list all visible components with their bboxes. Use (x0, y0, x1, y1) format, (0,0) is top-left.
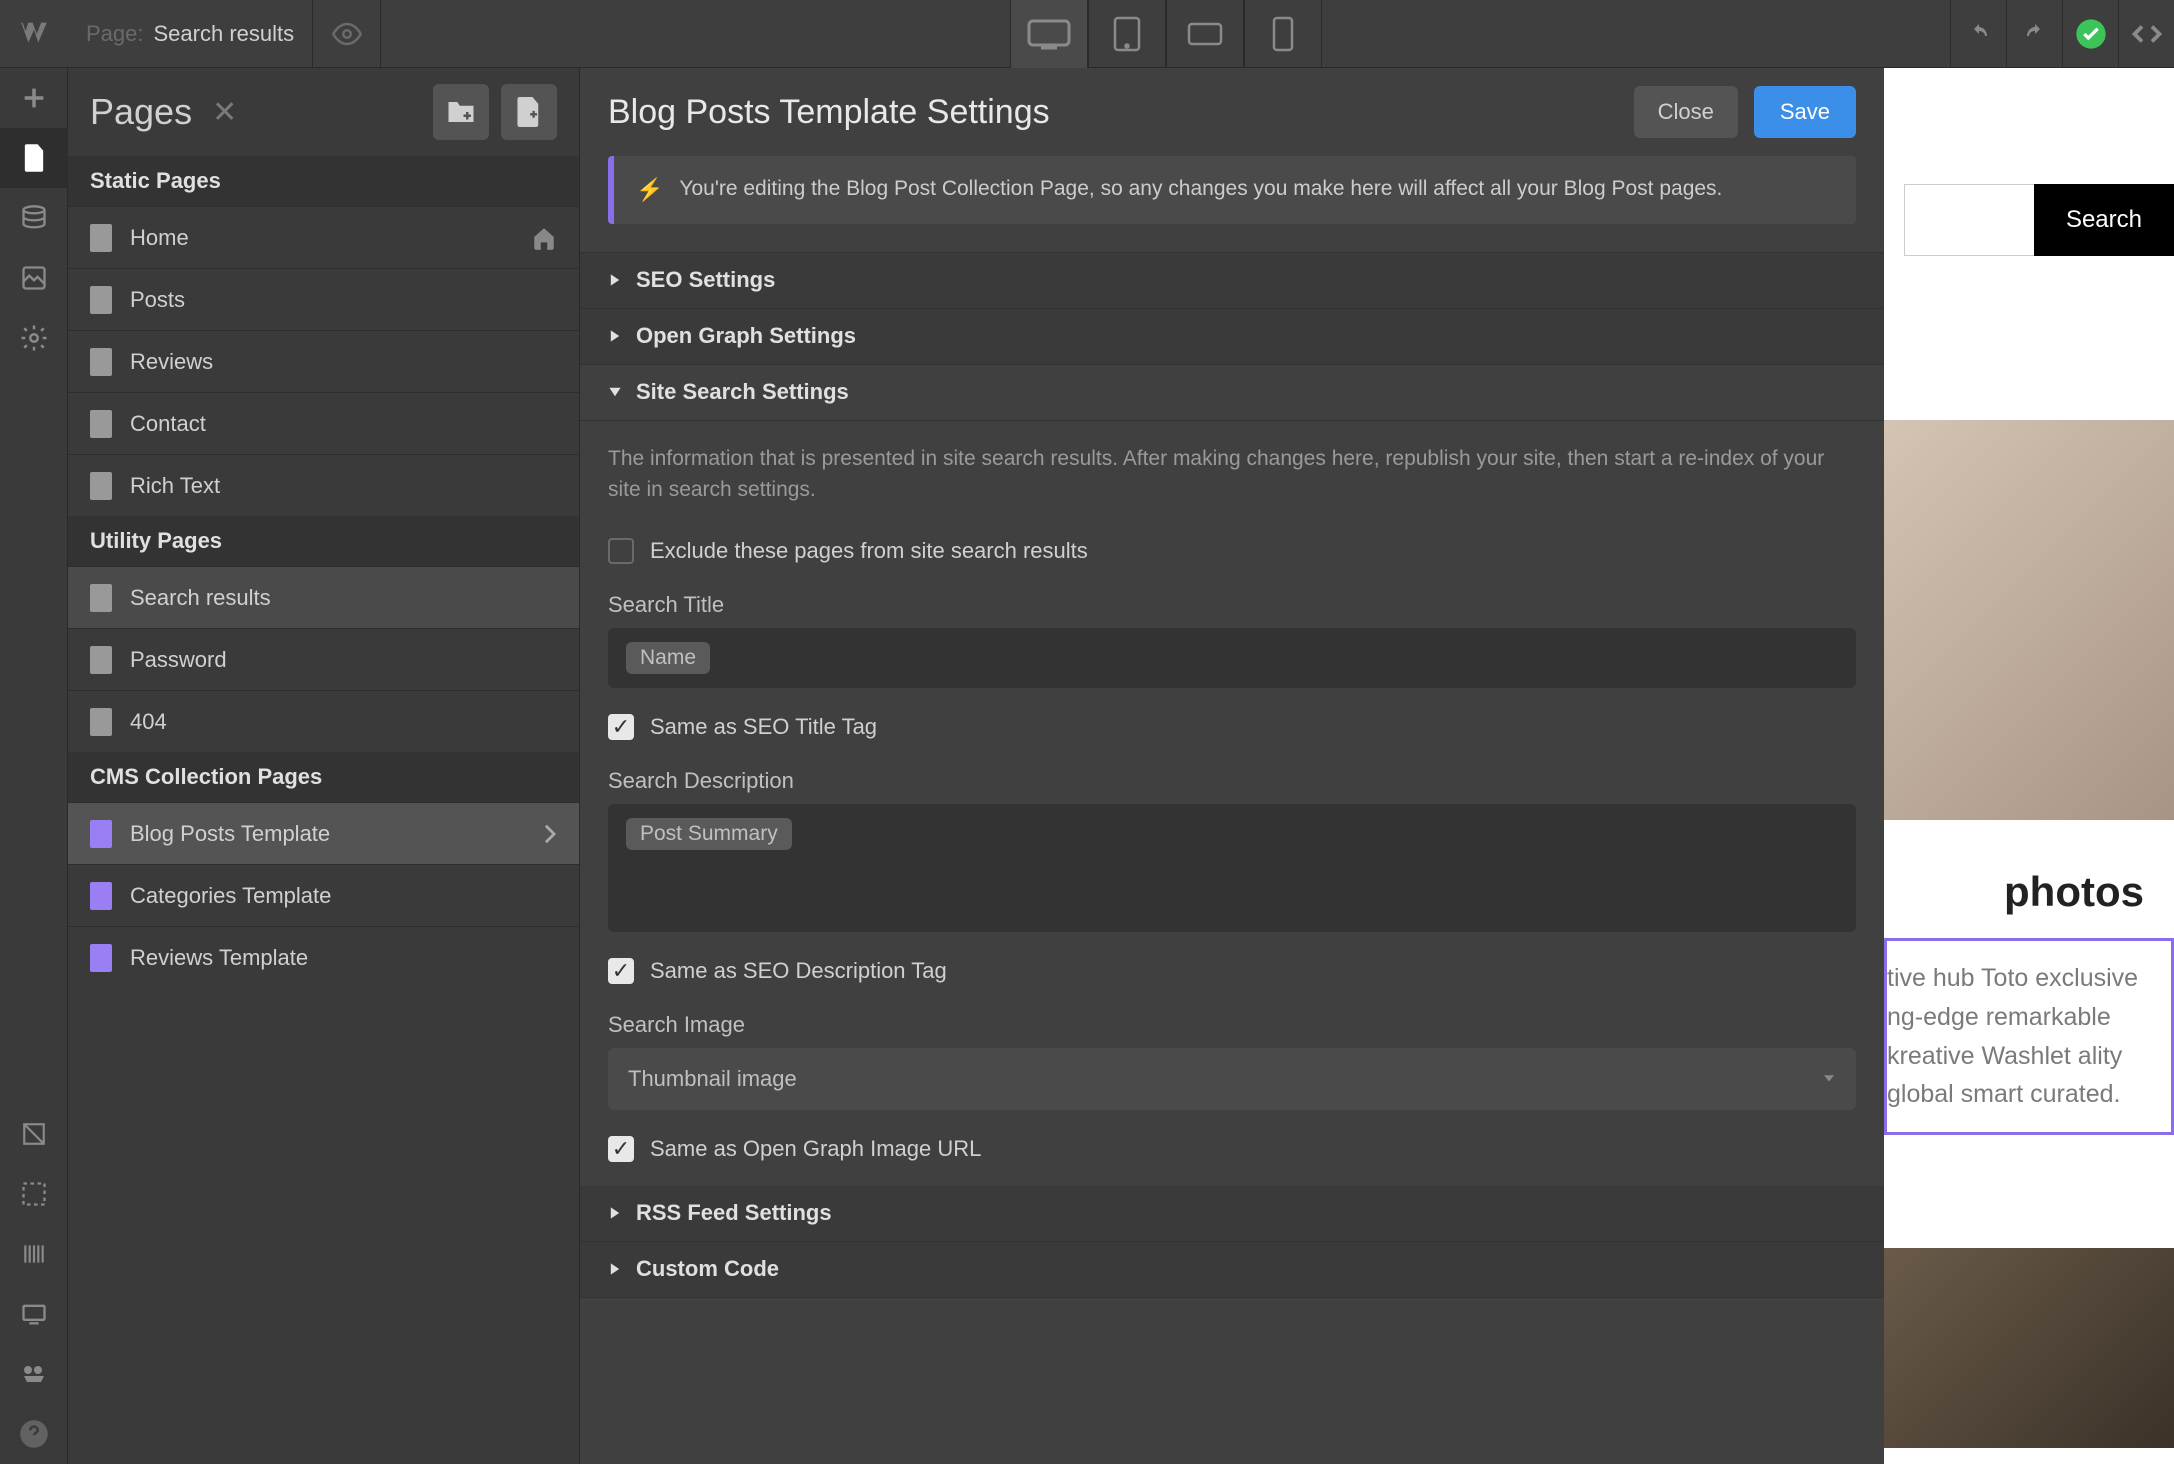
page-item[interactable]: 404 (68, 690, 579, 752)
page-item[interactable]: Contact (68, 392, 579, 454)
page-item[interactable]: Home (68, 206, 579, 268)
triangle-right-icon (608, 329, 622, 343)
preview-heading: photos (2004, 868, 2144, 916)
video-icon[interactable] (0, 1344, 68, 1404)
same-seo-desc-row[interactable]: ✓Same as SEO Description Tag (580, 948, 1884, 994)
page-item[interactable]: Posts (68, 268, 579, 330)
page-item[interactable]: Categories Template (68, 864, 579, 926)
static-pages-header: Static Pages (68, 156, 579, 206)
page-item[interactable]: Reviews Template (68, 926, 579, 988)
checkbox-checked[interactable]: ✓ (608, 714, 634, 740)
search-title-field[interactable]: Name (608, 628, 1856, 688)
preview-image (1884, 1248, 2174, 1448)
new-folder-button[interactable] (433, 84, 489, 140)
undo-icon[interactable] (1950, 0, 2006, 68)
utility-pages-header: Utility Pages (68, 516, 579, 566)
navigator-icon[interactable] (0, 1104, 68, 1164)
field-chip: Name (626, 642, 710, 674)
rss-settings-accordion[interactable]: RSS Feed Settings (580, 1186, 1884, 1242)
triangle-right-icon (608, 273, 622, 287)
page-item[interactable]: Rich Text (68, 454, 579, 516)
redo-icon[interactable] (2006, 0, 2062, 68)
audit-icon[interactable] (0, 1224, 68, 1284)
same-seo-title-row[interactable]: ✓Same as SEO Title Tag (580, 704, 1884, 750)
preview-toggle-icon[interactable] (313, 0, 381, 68)
page-item[interactable]: Search results (68, 566, 579, 628)
search-image-label: Search Image (580, 994, 1884, 1048)
search-description-text: The information that is presented in sit… (580, 421, 1884, 528)
phone-view-icon[interactable] (1244, 0, 1322, 68)
desktop-view-icon[interactable] (1010, 0, 1088, 68)
landscape-phone-icon[interactable] (1166, 0, 1244, 68)
page-indicator[interactable]: Page: Search results (68, 0, 313, 67)
seo-settings-accordion[interactable]: SEO Settings (580, 253, 1884, 309)
home-icon (531, 225, 557, 251)
checkbox-checked[interactable]: ✓ (608, 958, 634, 984)
checkbox-checked[interactable]: ✓ (608, 1136, 634, 1162)
triangle-down-icon (608, 385, 622, 399)
page-item[interactable]: Reviews (68, 330, 579, 392)
status-ok-icon[interactable] (2062, 0, 2118, 68)
close-panel-icon[interactable]: ✕ (212, 95, 237, 130)
search-tool-icon[interactable] (0, 1284, 68, 1344)
preview-body-text: tive hub Toto exclusive ng-edge remarkab… (1884, 938, 2174, 1135)
search-desc-label: Search Description (580, 750, 1884, 804)
exclude-checkbox-row[interactable]: Exclude these pages from site search res… (580, 528, 1884, 574)
chevron-right-icon (543, 823, 557, 845)
checkbox-unchecked[interactable] (608, 538, 634, 564)
chevron-down-icon (1822, 1074, 1836, 1084)
settings-icon[interactable] (0, 308, 68, 368)
pages-icon[interactable] (0, 128, 68, 188)
custom-code-accordion[interactable]: Custom Code (580, 1242, 1884, 1298)
field-chip: Post Summary (626, 818, 792, 850)
triangle-right-icon (608, 1206, 622, 1220)
add-element-icon[interactable] (0, 68, 68, 128)
cms-pages-header: CMS Collection Pages (68, 752, 579, 802)
search-image-select[interactable]: Thumbnail image (608, 1048, 1856, 1110)
preview-search-input[interactable] (1904, 184, 2034, 256)
search-title-label: Search Title (580, 574, 1884, 628)
assets-icon[interactable] (0, 248, 68, 308)
style-manager-icon[interactable] (0, 1164, 68, 1224)
cms-icon[interactable] (0, 188, 68, 248)
save-button[interactable]: Save (1754, 86, 1856, 138)
same-og-image-row[interactable]: ✓Same as Open Graph Image URL (580, 1126, 1884, 1186)
triangle-right-icon (608, 1262, 622, 1276)
edit-notice: ⚡ You're editing the Blog Post Collectio… (608, 156, 1856, 224)
new-page-button[interactable] (501, 84, 557, 140)
pages-panel-title: Pages✕ (90, 91, 433, 133)
code-export-icon[interactable] (2118, 0, 2174, 68)
lightning-icon: ⚡ (636, 174, 663, 206)
help-icon[interactable] (0, 1404, 68, 1464)
preview-image (1884, 420, 2174, 820)
og-settings-accordion[interactable]: Open Graph Settings (580, 309, 1884, 365)
page-item[interactable]: Password (68, 628, 579, 690)
canvas-preview: Search photos tive hub Toto exclusive ng… (1884, 68, 2174, 1464)
tablet-view-icon[interactable] (1088, 0, 1166, 68)
settings-title: Blog Posts Template Settings (608, 93, 1634, 132)
page-item[interactable]: Blog Posts Template (68, 802, 579, 864)
site-search-accordion[interactable]: Site Search Settings (580, 365, 1884, 421)
webflow-logo-icon[interactable] (0, 0, 68, 68)
close-button[interactable]: Close (1634, 86, 1738, 138)
preview-search-button[interactable]: Search (2034, 184, 2174, 256)
search-desc-field[interactable]: Post Summary (608, 804, 1856, 932)
